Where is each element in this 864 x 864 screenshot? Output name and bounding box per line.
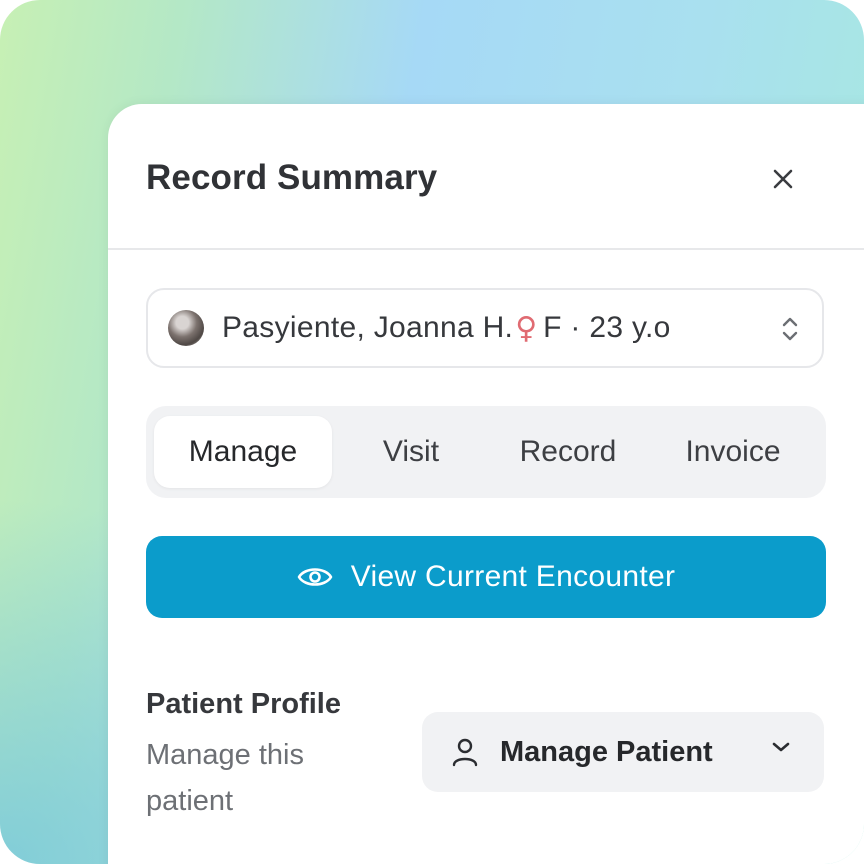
panel-title: Record Summary (146, 158, 438, 197)
tab-manage[interactable]: Manage (154, 416, 332, 488)
close-button[interactable] (760, 156, 806, 202)
avatar (168, 310, 204, 346)
tab-bar: Manage Visit Record Invoice (146, 406, 826, 498)
female-gender-icon: ♀ (515, 310, 538, 346)
background-gradient: Record Summary Pasyiente, Joanna H. ♀ F … (0, 0, 864, 864)
view-current-encounter-button[interactable]: View Current Encounter (146, 536, 826, 618)
patient-name: Pasyiente, Joanna H. (222, 311, 514, 344)
manage-patient-label: Manage Patient (500, 735, 713, 768)
patient-meta: F · 23 y.o (543, 311, 671, 344)
user-icon (452, 738, 478, 767)
patient-profile-title: Patient Profile (146, 688, 341, 720)
record-summary-panel: Record Summary Pasyiente, Joanna H. ♀ F … (108, 104, 864, 864)
panel-header: Record Summary (108, 104, 864, 250)
patient-selector[interactable]: Pasyiente, Joanna H. ♀ F · 23 y.o (146, 288, 824, 368)
tab-invoice[interactable]: Invoice (652, 416, 814, 488)
eye-icon (297, 568, 333, 586)
view-current-encounter-label: View Current Encounter (350, 560, 676, 593)
patient-profile-description: Manage this patient (146, 739, 304, 817)
manage-patient-button[interactable]: Manage Patient (422, 712, 824, 792)
close-icon (773, 169, 793, 189)
chevron-down-icon (772, 742, 790, 752)
tab-record[interactable]: Record (488, 416, 648, 488)
chevron-updown-icon (782, 317, 798, 341)
tab-visit[interactable]: Visit (336, 416, 486, 488)
